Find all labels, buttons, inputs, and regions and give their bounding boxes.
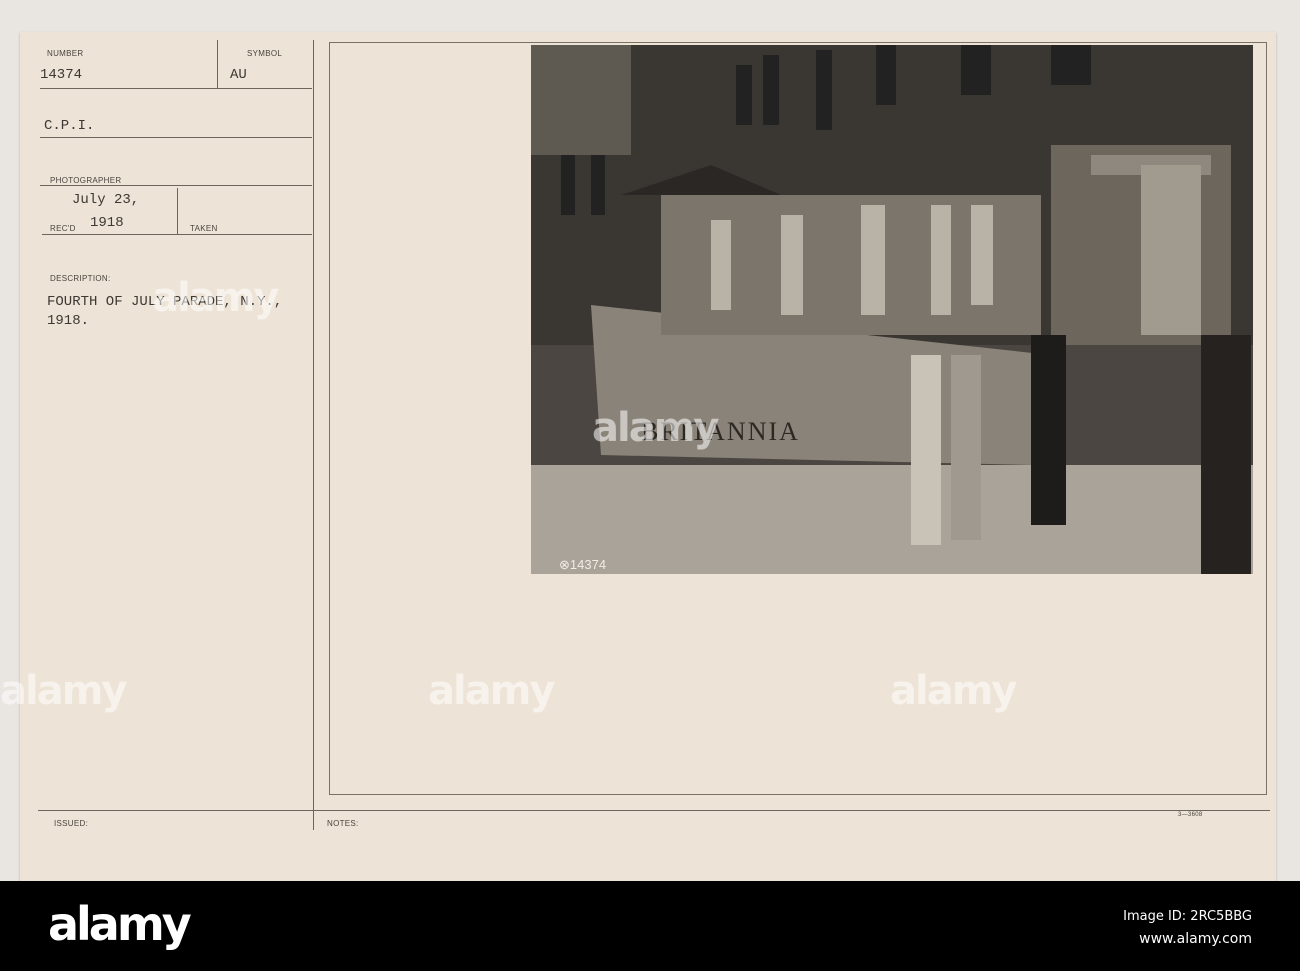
symbol-value: AU (230, 67, 247, 83)
watermark: alamy (0, 668, 127, 714)
divider (177, 188, 178, 234)
photographer-label: PHOTOGRAPHER (50, 176, 122, 185)
image-id: Image ID: 2RC5BBG (1123, 909, 1252, 924)
issued-label: ISSUED: (54, 819, 89, 828)
recd-date-line2: 1918 (90, 215, 124, 231)
parade-photograph: BRITANNIA ⊗14374 (531, 45, 1253, 574)
divider (40, 137, 312, 138)
number-label: NUMBER (47, 49, 84, 58)
divider (42, 234, 312, 235)
divider (40, 185, 312, 186)
taken-label: TAKEN (190, 224, 218, 233)
form-code: 3—3608 (1178, 812, 1203, 818)
divider (38, 810, 1270, 811)
symbol-label: SYMBOL (247, 49, 283, 58)
alamy-logo: alamy (48, 897, 192, 951)
agency-value: C.P.I. (44, 118, 95, 134)
divider (40, 88, 312, 89)
description-label: DESCRIPTION: (50, 274, 111, 283)
watermark: alamy (592, 405, 719, 451)
recd-label: REC'D (50, 224, 76, 233)
divider (217, 40, 218, 88)
description-line2: 1918. (47, 313, 90, 329)
watermark: alamy (428, 668, 555, 714)
website-link[interactable]: www.alamy.com (1139, 931, 1252, 947)
negative-number: ⊗14374 (559, 557, 606, 572)
number-value: 14374 (40, 67, 83, 83)
photo-scene: BRITANNIA ⊗14374 (531, 45, 1253, 574)
recd-date-line1: July 23, (72, 192, 140, 208)
notes-label: NOTES: (327, 819, 359, 828)
divider (313, 40, 314, 830)
footer-bar: alamy Image ID: 2RC5BBG www.alamy.com (0, 881, 1300, 971)
watermark: alamy (890, 668, 1017, 714)
watermark: alamy (152, 275, 279, 321)
